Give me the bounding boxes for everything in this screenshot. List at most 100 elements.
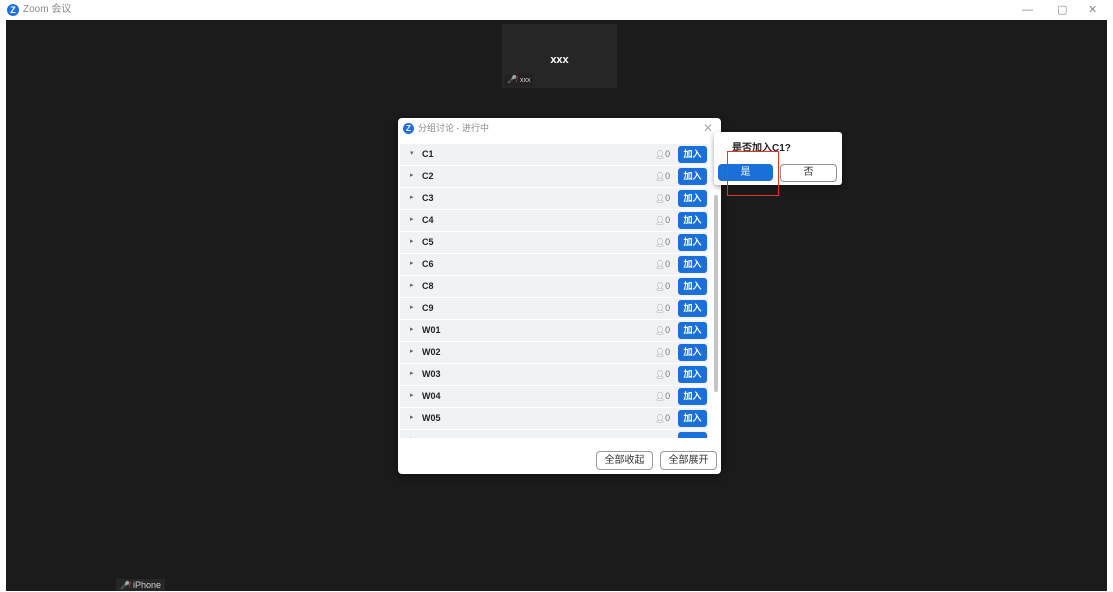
participant-count: 👤︎0: [655, 280, 670, 293]
minimize-icon[interactable]: —: [1022, 3, 1033, 17]
no-button[interactable]: 否: [780, 164, 837, 182]
join-button[interactable]: 加入: [678, 322, 707, 339]
collapse-all-button[interactable]: 全部收起: [596, 451, 653, 470]
participant-count-value: 0: [665, 149, 671, 159]
caret-right-icon[interactable]: ▸: [410, 413, 414, 423]
caret-right-icon[interactable]: ▸: [410, 435, 414, 438]
caret-right-icon[interactable]: ▸: [410, 325, 414, 335]
self-view-label: 🎤̸ iPhone: [116, 579, 165, 591]
mic-muted-icon: 🎤̸: [120, 581, 130, 590]
caret-right-icon[interactable]: ▸: [410, 171, 414, 181]
participant-count: 👤︎0: [655, 324, 670, 337]
close-icon[interactable]: ✕: [1088, 3, 1097, 17]
participant-count: 👤︎0: [655, 302, 670, 315]
person-icon: 👤︎: [655, 414, 666, 423]
participant-count: 👤︎0: [655, 346, 670, 359]
participant-count: 👤︎0: [655, 192, 670, 205]
participant-count-value: 0: [665, 193, 671, 203]
join-button[interactable]: 加入: [678, 278, 707, 295]
close-icon[interactable]: ✕: [703, 121, 713, 135]
room-name: C3: [422, 193, 434, 203]
join-button[interactable]: 加入: [678, 300, 707, 317]
participant-count: 👤︎0: [655, 258, 670, 271]
room-row[interactable]: ▾ C1 👤︎0 加入: [400, 144, 708, 165]
room-row[interactable]: ▸: [400, 430, 708, 438]
title-bar: Z Zoom 会议 — ▢ ✕: [0, 0, 1113, 20]
person-icon: 👤︎: [655, 150, 666, 159]
room-row[interactable]: ▸ C2 👤︎0 加入: [400, 166, 708, 187]
caret-right-icon[interactable]: ▸: [410, 347, 414, 357]
room-row[interactable]: ▸ C9 👤︎0 加入: [400, 298, 708, 319]
room-row[interactable]: ▸ C8 👤︎0 加入: [400, 276, 708, 297]
join-button[interactable]: 加入: [678, 410, 707, 427]
participant-label-text: xxx: [519, 77, 531, 84]
join-button[interactable]: 加入: [678, 344, 707, 361]
join-button[interactable]: 加入: [678, 168, 707, 185]
caret-down-icon[interactable]: ▾: [410, 149, 414, 159]
self-view-name: iPhone: [132, 580, 161, 590]
room-row[interactable]: ▸ W05 👤︎0 加入: [400, 408, 708, 429]
zoom-logo-icon: Z: [403, 123, 414, 134]
participant-count-value: 0: [665, 413, 671, 423]
person-icon: 👤︎: [655, 194, 666, 203]
participant-count: 👤︎0: [655, 148, 670, 161]
participant-count-value: 0: [665, 369, 671, 379]
participant-count-value: 0: [665, 237, 671, 247]
person-icon: 👤︎: [655, 392, 666, 401]
room-row[interactable]: ▸ C6 👤︎0 加入: [400, 254, 708, 275]
caret-right-icon[interactable]: ▸: [410, 281, 414, 291]
room-name: C4: [422, 215, 434, 225]
mic-muted-icon: 🎤̸: [507, 75, 517, 84]
join-button[interactable]: 加入: [678, 388, 707, 405]
caret-right-icon[interactable]: ▸: [410, 303, 414, 313]
room-row[interactable]: ▸ C3 👤︎0 加入: [400, 188, 708, 209]
person-icon: 👤︎: [655, 370, 666, 379]
room-name: W01: [422, 325, 441, 335]
join-button[interactable]: 加入: [678, 146, 707, 163]
caret-right-icon[interactable]: ▸: [410, 259, 414, 269]
room-name: C5: [422, 237, 434, 247]
participant-count-value: 0: [665, 325, 671, 335]
room-name: C8: [422, 281, 434, 291]
breakout-rooms-dialog: Z 分组讨论 - 进行中 ✕ ▾ C1 👤︎0 加入 ▸ C2 👤︎0 加入 ▸ C3 👤︎0 加入 ▸…: [398, 118, 721, 474]
join-button[interactable]: 加入: [678, 190, 707, 207]
participant-count-value: 0: [665, 215, 671, 225]
participant-count-value: 0: [665, 347, 671, 357]
participant-name: xxx: [550, 54, 569, 66]
room-name: C6: [422, 259, 434, 269]
participant-count: 👤︎0: [655, 368, 670, 381]
person-icon: 👤︎: [655, 216, 666, 225]
person-icon: 👤︎: [655, 260, 666, 269]
join-button[interactable]: 加入: [678, 234, 707, 251]
person-icon: 👤︎: [655, 304, 666, 313]
caret-right-icon[interactable]: ▸: [410, 237, 414, 247]
room-row[interactable]: ▸ C4 👤︎0 加入: [400, 210, 708, 231]
participant-count: 👤︎0: [655, 412, 670, 425]
join-button[interactable]: [678, 432, 707, 438]
caret-right-icon[interactable]: ▸: [410, 193, 414, 203]
restore-icon[interactable]: ▢: [1057, 3, 1067, 17]
room-name: W02: [422, 347, 441, 357]
join-button[interactable]: 加入: [678, 366, 707, 383]
room-row[interactable]: ▸ W03 👤︎0 加入: [400, 364, 708, 385]
join-button[interactable]: 加入: [678, 256, 707, 273]
person-icon: 👤︎: [655, 238, 666, 247]
participant-label: 🎤̸ xxx: [504, 74, 534, 86]
participant-count-value: 0: [665, 259, 671, 269]
participant-count-value: 0: [665, 303, 671, 313]
caret-right-icon[interactable]: ▸: [410, 369, 414, 379]
person-icon: 👤︎: [655, 326, 666, 335]
caret-right-icon[interactable]: ▸: [410, 215, 414, 225]
list-scrollbar[interactable]: [714, 195, 718, 392]
join-button[interactable]: 加入: [678, 212, 707, 229]
room-row[interactable]: ▸ W01 👤︎0 加入: [400, 320, 708, 341]
person-icon: 👤︎: [655, 282, 666, 291]
room-name: W03: [422, 369, 441, 379]
room-row[interactable]: ▸ C5 👤︎0 加入: [400, 232, 708, 253]
participant-tile[interactable]: xxx 🎤̸ xxx: [502, 24, 617, 88]
expand-all-button[interactable]: 全部展开: [660, 451, 717, 470]
room-list[interactable]: ▾ C1 👤︎0 加入 ▸ C2 👤︎0 加入 ▸ C3 👤︎0 加入 ▸ C4 👤︎0 加入 ▸ C5 👤︎0 加入…: [400, 144, 708, 438]
room-row[interactable]: ▸ W02 👤︎0 加入: [400, 342, 708, 363]
caret-right-icon[interactable]: ▸: [410, 391, 414, 401]
room-row[interactable]: ▸ W04 👤︎0 加入: [400, 386, 708, 407]
